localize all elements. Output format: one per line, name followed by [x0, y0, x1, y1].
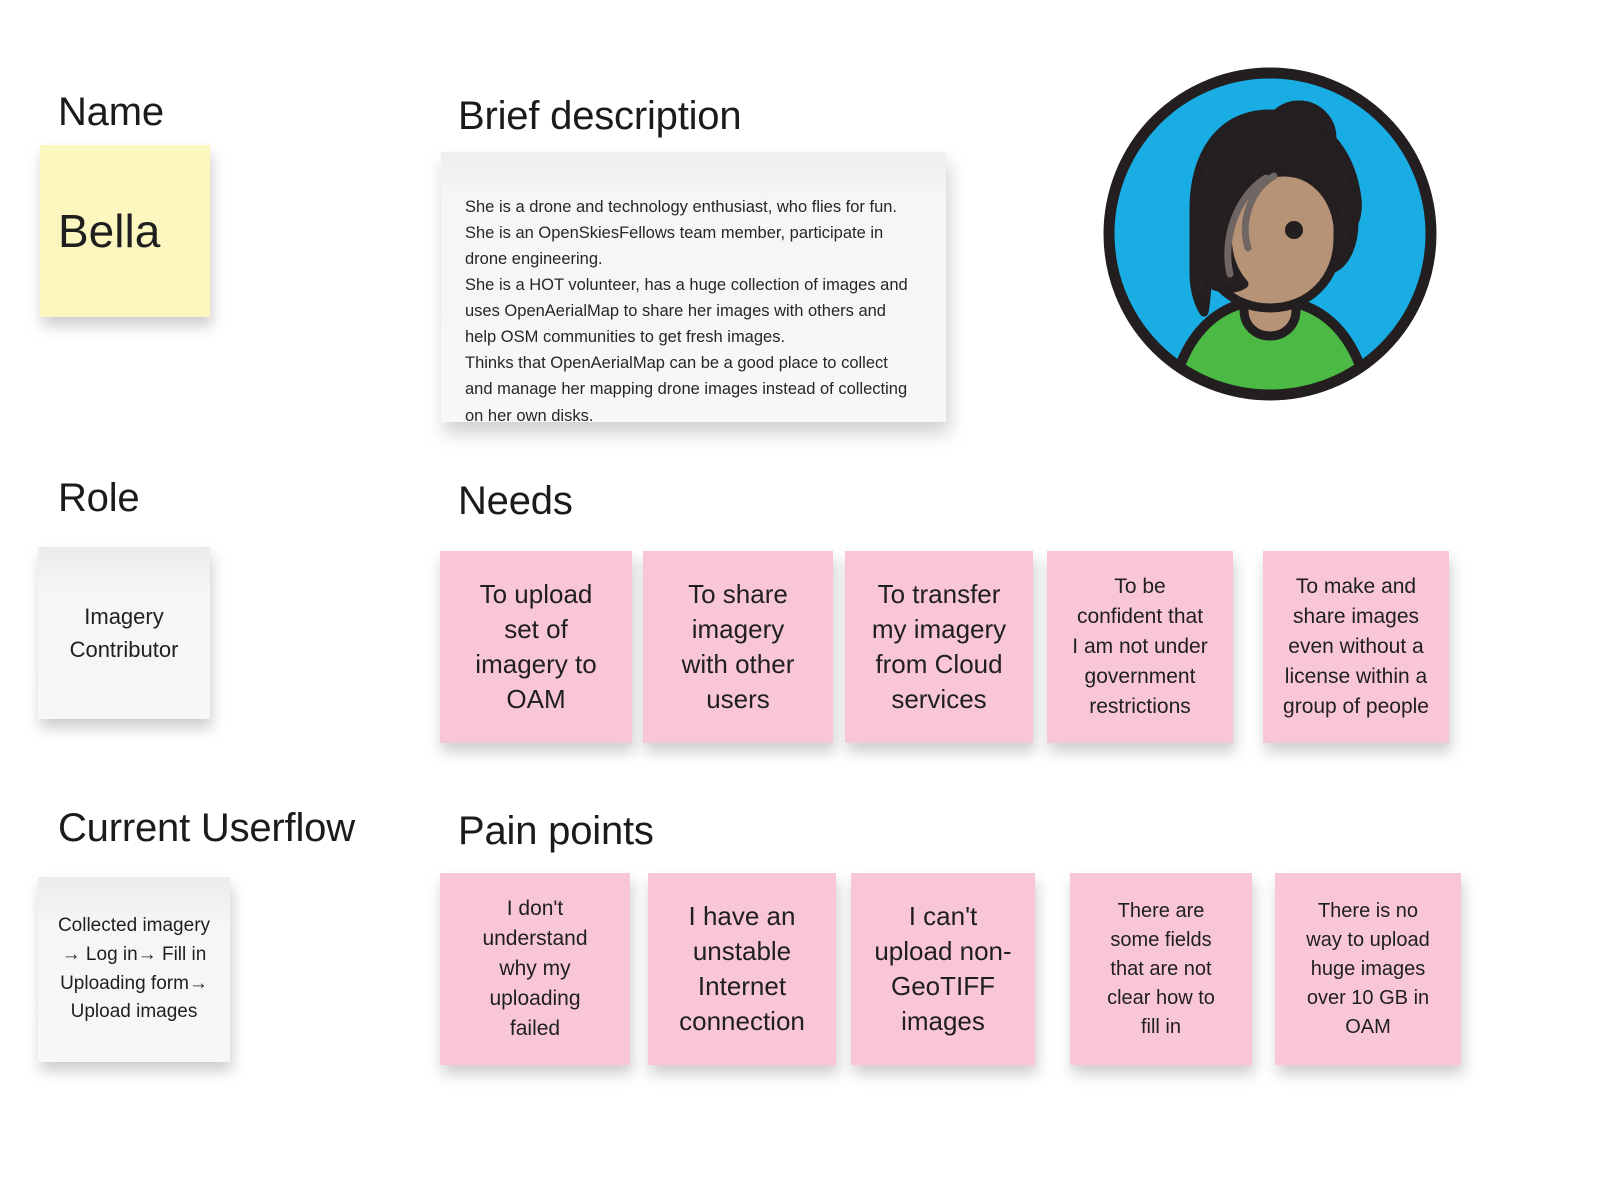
sticky-note-need-5-text: To make and share images even without a …	[1283, 575, 1429, 718]
avatar-illustration-icon	[1103, 67, 1437, 401]
sticky-note-need-3-text: To transfer my imagery from Cloud servic…	[871, 578, 1007, 715]
sticky-note-need-2-text: To share imagery with other users	[681, 578, 795, 715]
sticky-note-pain-5[interactable]: There is no way to upload huge images ov…	[1275, 873, 1461, 1065]
sticky-note-need-4-text: To be confident that I am not under gove…	[1072, 575, 1208, 718]
sticky-note-pain-1-text: I don't understand why my uploading fail…	[482, 897, 588, 1040]
sticky-note-need-1[interactable]: To upload set of imagery to OAM	[440, 551, 632, 743]
sticky-note-pain-2[interactable]: I have an unstable Internet connection	[648, 873, 836, 1065]
sticky-note-pain-1[interactable]: I don't understand why my uploading fail…	[440, 873, 630, 1065]
persona-avatar	[1098, 62, 1442, 406]
sticky-note-role[interactable]: Imagery Contributor	[38, 547, 210, 719]
brief-description-text: She is a drone and technology enthusiast…	[465, 198, 908, 425]
section-heading-pain-points: Pain points	[458, 809, 654, 853]
sticky-note-current-userflow[interactable]: Collected imagery → Log in→ Fill in Uplo…	[38, 877, 230, 1062]
sticky-note-need-3[interactable]: To transfer my imagery from Cloud servic…	[845, 551, 1033, 743]
section-heading-needs: Needs	[458, 479, 573, 523]
section-heading-name: Name	[58, 90, 164, 134]
sticky-note-pain-2-text: I have an unstable Internet connection	[679, 900, 805, 1037]
section-heading-current-userflow: Current Userflow	[58, 806, 355, 850]
persona-board: Name Bella Role Imagery Contributor Curr…	[0, 0, 1600, 1182]
sticky-note-pain-4-text: There are some fields that are not clear…	[1107, 899, 1215, 1038]
sticky-note-name[interactable]: Bella	[40, 145, 210, 317]
avatar-eye	[1285, 221, 1303, 239]
section-heading-role: Role	[58, 476, 140, 520]
sticky-note-pain-4[interactable]: There are some fields that are not clear…	[1070, 873, 1252, 1065]
sticky-note-pain-3-text: I can't upload non- GeoTIFF images	[874, 900, 1012, 1037]
sticky-note-pain-3[interactable]: I can't upload non- GeoTIFF images	[851, 873, 1035, 1065]
sticky-note-need-4[interactable]: To be confident that I am not under gove…	[1047, 551, 1233, 743]
sticky-note-role-text: Imagery Contributor	[69, 604, 179, 662]
sticky-note-current-userflow-text: Collected imagery → Log in→ Fill in Uplo…	[57, 914, 211, 1023]
sticky-note-need-2[interactable]: To share imagery with other users	[643, 551, 833, 743]
brief-description-card[interactable]: She is a drone and technology enthusiast…	[441, 152, 946, 425]
sticky-note-pain-5-text: There is no way to upload huge images ov…	[1306, 899, 1430, 1038]
sticky-note-need-1-text: To upload set of imagery to OAM	[475, 578, 597, 715]
section-heading-brief-description: Brief description	[458, 94, 742, 138]
sticky-note-need-5[interactable]: To make and share images even without a …	[1263, 551, 1449, 743]
sticky-note-name-text: Bella	[58, 204, 161, 257]
